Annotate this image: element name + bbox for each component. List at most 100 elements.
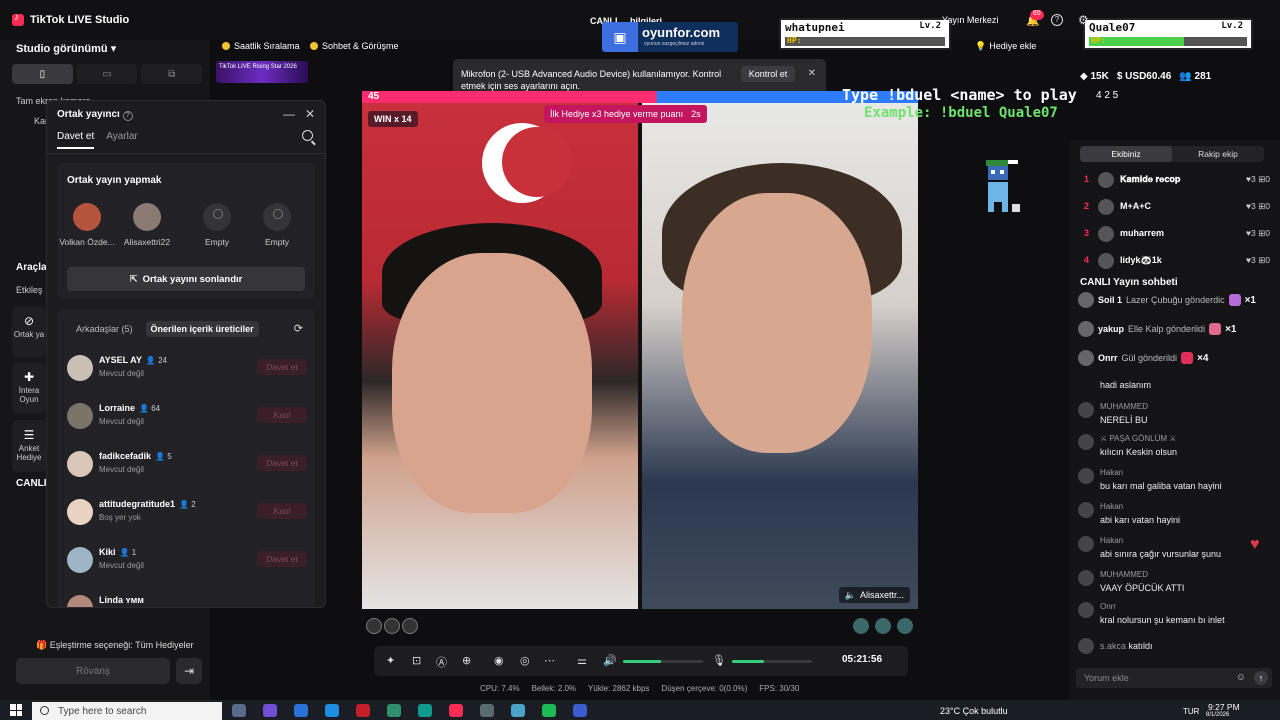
tab-suggested[interactable]: Önerilen içerik üreticiler bbox=[145, 321, 259, 337]
rank-name: muharrem bbox=[1120, 228, 1165, 238]
mixer-icon[interactable]: ⚌ bbox=[577, 654, 587, 667]
app-icon[interactable] bbox=[511, 704, 525, 717]
record-icon[interactable]: ◉ bbox=[494, 654, 504, 667]
app-icon[interactable] bbox=[356, 704, 370, 717]
tab-friends[interactable]: Arkadaşlar (5) bbox=[71, 321, 138, 337]
friend-action-button[interactable]: Davet et bbox=[257, 359, 307, 375]
host-face bbox=[392, 253, 592, 513]
minimize-icon[interactable]: — bbox=[283, 107, 295, 121]
search-icon[interactable] bbox=[302, 130, 313, 141]
send-icon[interactable]: ↑ bbox=[1254, 671, 1268, 685]
layout-button[interactable]: ⧉ bbox=[141, 64, 203, 84]
landscape-button[interactable]: ▭ bbox=[76, 64, 138, 84]
camera-effects-icon[interactable]: ◎ bbox=[520, 654, 530, 667]
performance-stats: CPU: 7.4% Bellek: 2.0% Yükle: 2862 kbps … bbox=[480, 684, 799, 693]
comment-input[interactable]: Yorum ekle ☺ ↑ bbox=[1076, 668, 1272, 688]
cohost-slot-empty[interactable]: Empty bbox=[247, 203, 307, 247]
app-icon[interactable] bbox=[387, 704, 401, 717]
interactive-game-tool[interactable]: ✚ İntera Oyun bbox=[12, 362, 46, 414]
ai-effects-icon[interactable]: Ⓐ bbox=[436, 654, 447, 670]
avatar[interactable] bbox=[366, 618, 382, 634]
friend-action-button[interactable]: Katıl bbox=[257, 407, 307, 423]
browser-icon[interactable] bbox=[418, 704, 432, 717]
avatar[interactable] bbox=[384, 618, 400, 634]
person-icon bbox=[203, 203, 231, 231]
add-source-icon[interactable]: ⊕ bbox=[462, 654, 471, 667]
clock-date[interactable]: 8/1/2026 bbox=[1206, 712, 1229, 718]
robot-icon[interactable] bbox=[897, 618, 913, 634]
close-icon[interactable]: ✕ bbox=[305, 107, 315, 121]
store-icon[interactable] bbox=[294, 704, 308, 717]
emoji-icon[interactable]: ☺ bbox=[1236, 672, 1246, 683]
cohost-name-tag[interactable]: 🔈 Alisaxettr... bbox=[838, 587, 910, 603]
clock-time[interactable]: 9:27 PM bbox=[1208, 702, 1240, 712]
cohost-slot[interactable]: Alisaxettri22 bbox=[117, 203, 177, 247]
tab-settings[interactable]: Ayarlar bbox=[106, 131, 138, 149]
promo-banner[interactable]: TikTok LIVE Rising Star 2026 bbox=[216, 61, 308, 83]
rank-row[interactable]: 4 lidyk🐼1k ♥3 ⊞0 bbox=[1082, 251, 1270, 271]
friend-row: Lorraine 👤 64 Mevcut değil Katıl bbox=[67, 399, 307, 435]
language-indicator[interactable]: TUR bbox=[1183, 707, 1199, 716]
help-icon[interactable]: ? bbox=[1051, 14, 1063, 26]
microphone-icon[interactable]: 🎙 bbox=[712, 654, 726, 667]
close-icon[interactable]: ✕ bbox=[808, 68, 816, 79]
rank-row[interactable]: 2 M+A+C ♥3 ⊞0 bbox=[1082, 197, 1270, 217]
cohost-slot-empty[interactable]: Empty bbox=[187, 203, 247, 247]
studio-view-dropdown[interactable]: Studio görünümü ▾ bbox=[16, 42, 116, 55]
taskbar-search[interactable]: Type here to search bbox=[32, 702, 222, 720]
robot-icon[interactable] bbox=[853, 618, 869, 634]
friend-name: Lorraine 👤 64 bbox=[99, 403, 161, 413]
rank-number: 4 bbox=[1084, 255, 1090, 265]
tiktok-icon[interactable] bbox=[449, 704, 463, 717]
task-view-icon[interactable] bbox=[232, 704, 246, 717]
toast-message: Mikrofon (2- USB Advanced Audio Device) … bbox=[461, 69, 722, 91]
mic-slider[interactable] bbox=[732, 660, 812, 663]
flag-crescent-cut bbox=[502, 127, 572, 197]
check-button[interactable]: Kontrol et bbox=[741, 66, 795, 82]
avatar[interactable] bbox=[402, 618, 418, 634]
rank-row[interactable]: 1 𝐊𝐚𝐦𝐢𝐝𝐞 𝐫𝐞𝐜𝐨𝐩 ♥3 ⊞0 bbox=[1082, 170, 1270, 190]
windows-start-icon[interactable] bbox=[10, 704, 22, 716]
leave-icon[interactable]: ⇥ bbox=[176, 658, 202, 684]
broadcast-center-link[interactable]: Yayın Merkezi bbox=[942, 15, 998, 25]
gift-multiplier: ×4 bbox=[1197, 352, 1209, 364]
app-icon[interactable] bbox=[573, 704, 587, 717]
chat-user: MUHAMMED bbox=[1100, 402, 1148, 411]
friend-row: Linda ʏᴍᴍ bbox=[67, 591, 307, 607]
mode-icons bbox=[853, 618, 913, 634]
survey-gift-tool[interactable]: ☰ Anket Hediye bbox=[12, 420, 46, 472]
hourly-ranking-button[interactable]: Saatlik Sıralama bbox=[222, 38, 300, 54]
dropped-frames-stat: Düşen çerçeve: 0(0.0%) bbox=[661, 684, 748, 693]
friend-row: attitudegratitude1 👤 2 Boş yer yok Katıl bbox=[67, 495, 307, 531]
gear-icon[interactable]: ⚙ bbox=[1078, 13, 1089, 27]
tab-rival-team[interactable]: Rakip ekip bbox=[1172, 146, 1264, 162]
friend-action-button[interactable]: Davet et bbox=[257, 455, 307, 471]
copilot-icon[interactable] bbox=[263, 704, 277, 717]
edge-icon[interactable] bbox=[325, 704, 339, 717]
portrait-button[interactable]: ▯ bbox=[12, 64, 73, 84]
end-cohost-button[interactable]: ⇱ Ortak yayını sonlandır bbox=[67, 267, 305, 291]
friend-action-button[interactable]: Katıl bbox=[257, 503, 307, 519]
match-gift-option[interactable]: 🎁 Eşleştirme seçeneği: Tüm Hediyeler bbox=[36, 640, 194, 651]
volume-slider[interactable] bbox=[623, 660, 703, 663]
rank-name: M+A+C bbox=[1120, 201, 1152, 211]
spotify-icon[interactable] bbox=[542, 704, 556, 717]
rank-row[interactable]: 3 muharrem ♥3 ⊞0 bbox=[1082, 224, 1270, 244]
tab-your-team[interactable]: Ekibiniz bbox=[1080, 146, 1172, 162]
friend-action-button[interactable]: Davet et bbox=[257, 551, 307, 567]
weather-widget[interactable]: 23°C Çok bulutlu bbox=[940, 706, 1008, 716]
app-icon[interactable] bbox=[480, 704, 494, 717]
rematch-button[interactable]: Rövanş bbox=[16, 658, 170, 684]
layout-icon[interactable]: ⊡ bbox=[412, 654, 421, 667]
cohost-tool[interactable]: ⊘ Ortak ya bbox=[12, 306, 46, 358]
add-gift-button[interactable]: 💡 Hediye ekle bbox=[975, 38, 1036, 54]
refresh-icon[interactable]: ⟳ bbox=[294, 322, 303, 335]
tab-invite[interactable]: Davet et bbox=[57, 131, 95, 149]
speaker-icon[interactable]: 🔊 bbox=[603, 654, 617, 667]
magic-wand-icon[interactable]: ✦ bbox=[386, 654, 395, 667]
robot-icon[interactable] bbox=[875, 618, 891, 634]
more-icon[interactable]: ⋯ bbox=[544, 654, 555, 667]
chat-meeting-button[interactable]: Sohbet & Görüşme bbox=[310, 38, 399, 54]
cohost-slot[interactable]: Volkan Özde... bbox=[57, 203, 117, 247]
help-icon[interactable]: ? bbox=[122, 111, 133, 121]
